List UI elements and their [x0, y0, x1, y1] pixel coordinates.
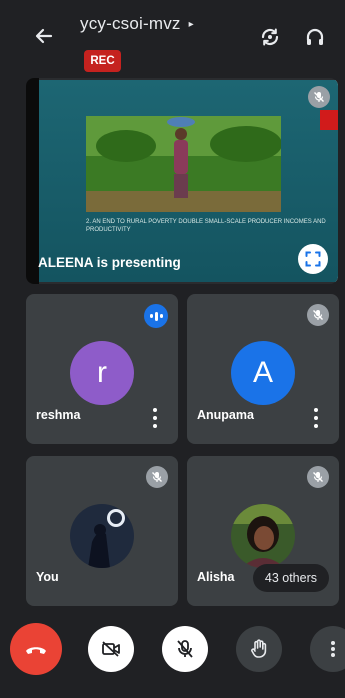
speaking-indicator: [144, 304, 168, 328]
participant-name: You: [36, 570, 59, 584]
phone-hangup-icon: [26, 647, 46, 654]
meeting-title[interactable]: ycy-csoi-mvz ▸: [80, 14, 194, 34]
avatar: r: [70, 341, 134, 405]
participant-tile[interactable]: Alisha 43 others: [187, 456, 339, 606]
mic-off-icon: [313, 472, 323, 482]
fullscreen-icon: [305, 251, 321, 267]
profile-photo: [70, 504, 134, 568]
back-button[interactable]: [30, 22, 58, 50]
mic-off-indicator: [146, 466, 168, 488]
shared-screen: 2. AN END TO RURAL POVERTY DOUBLE SMALL-…: [39, 80, 338, 282]
others-count-button[interactable]: 43 others: [252, 564, 329, 592]
fullscreen-button[interactable]: [298, 244, 328, 274]
participant-name: Alisha: [197, 570, 235, 584]
end-call-button[interactable]: [10, 623, 62, 675]
mic-off-indicator: [307, 304, 329, 326]
meeting-header: ycy-csoi-mvz ▸ REC: [0, 0, 345, 78]
chevron-right-icon: ▸: [188, 18, 194, 30]
camera-toggle-button[interactable]: [88, 626, 134, 672]
mic-off-icon: [313, 310, 323, 320]
mic-off-icon: [314, 92, 324, 102]
mic-off-icon: [152, 472, 162, 482]
meeting-code: ycy-csoi-mvz: [80, 14, 181, 33]
call-controls: [0, 620, 345, 698]
participant-tile[interactable]: r reshma: [26, 294, 178, 444]
hand-icon: [251, 639, 267, 658]
slide-border: [26, 78, 39, 284]
mic-off-indicator: [308, 86, 330, 108]
switch-camera-button[interactable]: [257, 24, 283, 50]
audio-output-button[interactable]: [302, 24, 328, 50]
headphones-icon: [306, 28, 324, 45]
presenting-label: ALEENA is presenting: [38, 255, 181, 270]
slide-background: 2. AN END TO RURAL POVERTY DOUBLE SMALL-…: [39, 80, 338, 282]
mic-toggle-button[interactable]: [162, 626, 208, 672]
tile-more-button[interactable]: [150, 408, 160, 428]
avatar: A: [231, 341, 295, 405]
more-vertical-icon: [331, 641, 335, 657]
avatar: [70, 504, 134, 568]
slide-caption: 2. AN END TO RURAL POVERTY DOUBLE SMALL-…: [86, 219, 326, 233]
arrow-left-icon: [35, 28, 53, 44]
participant-tile[interactable]: You: [26, 456, 178, 606]
profile-photo: [231, 504, 295, 568]
slide-accent: [320, 110, 338, 130]
participant-name: reshma: [36, 408, 81, 422]
presentation-tile[interactable]: 2. AN END TO RURAL POVERTY DOUBLE SMALL-…: [26, 78, 338, 284]
participant-tile[interactable]: A Anupama: [187, 294, 339, 444]
camera-switch-icon: [261, 28, 279, 46]
avatar: [231, 504, 295, 568]
participant-name: Anupama: [197, 408, 254, 422]
more-options-button[interactable]: [310, 626, 345, 672]
tile-more-button[interactable]: [311, 408, 321, 428]
recording-badge: REC: [84, 50, 121, 72]
mic-off-icon: [177, 640, 193, 658]
camera-off-icon: [102, 641, 120, 657]
raise-hand-button[interactable]: [236, 626, 282, 672]
slide-photo-illustration: [86, 116, 282, 212]
slide-photo: [86, 116, 282, 212]
mic-off-indicator: [307, 466, 329, 488]
